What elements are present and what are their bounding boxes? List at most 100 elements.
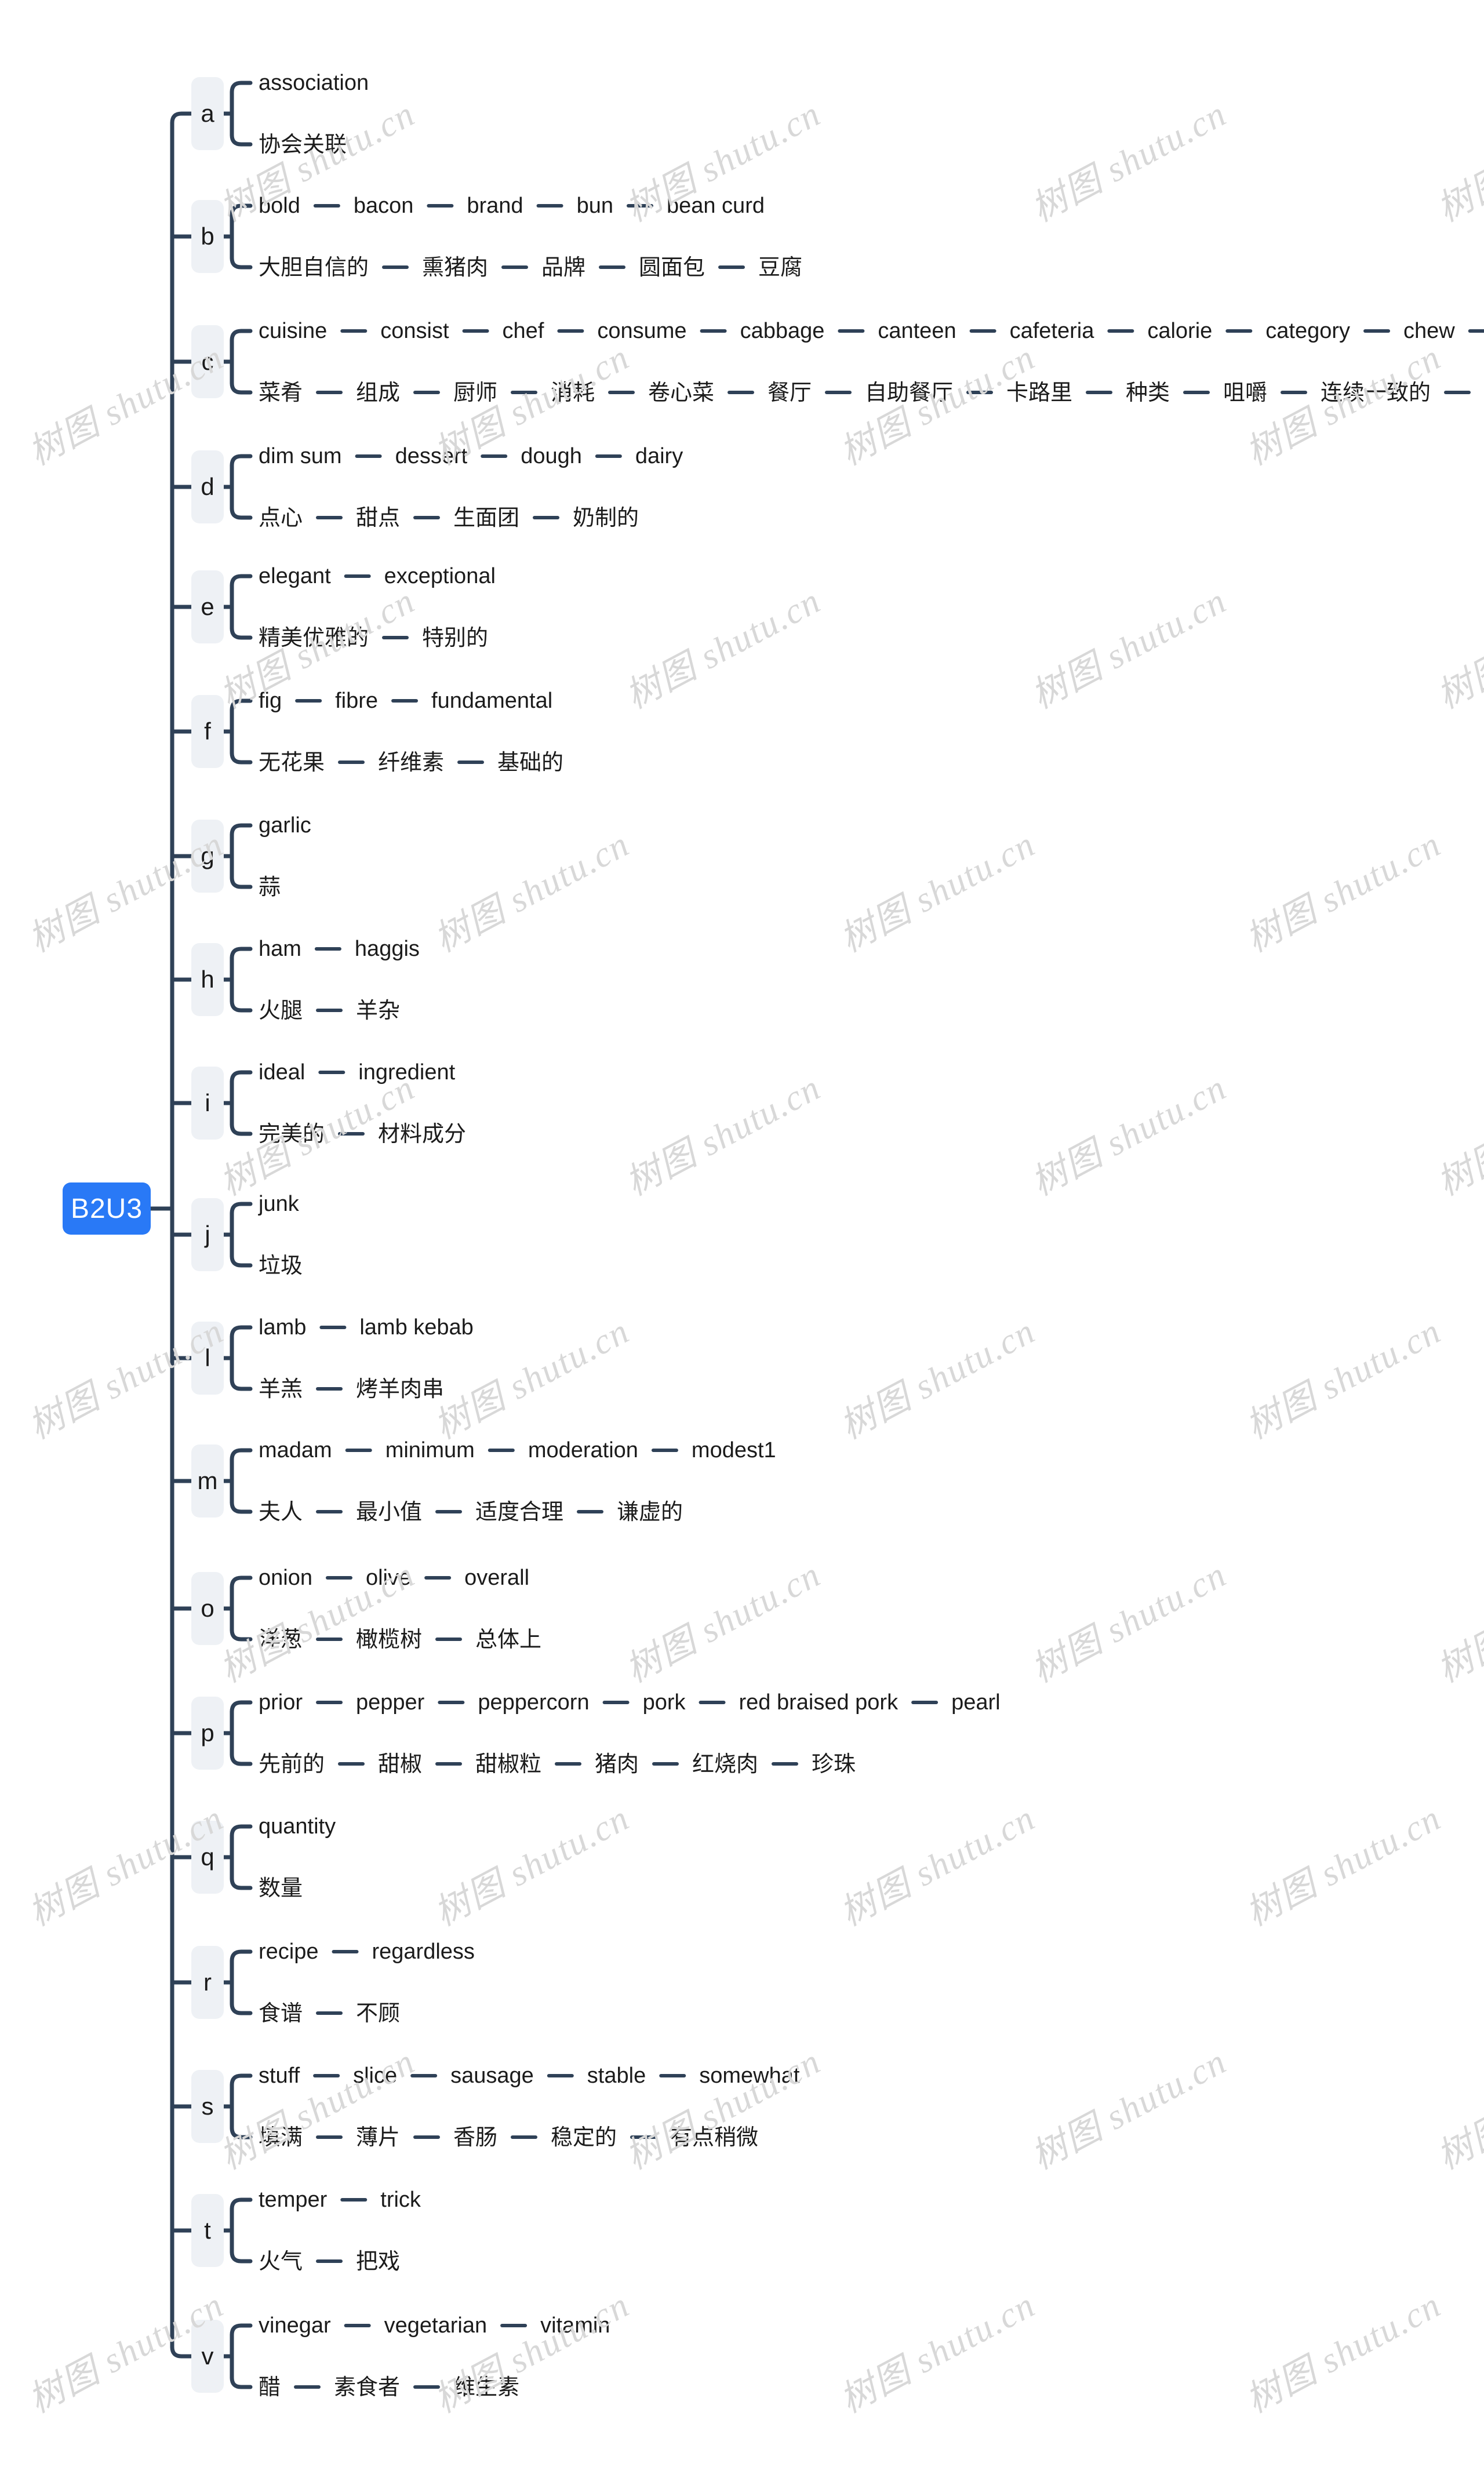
leaf-cn-c-7[interactable]: 卡路里 (1006, 381, 1072, 403)
leaf-en-o-0[interactable]: onion (259, 1567, 312, 1589)
leaf-en-p-0[interactable]: prior (259, 1691, 303, 1713)
leaf-en-d-3[interactable]: dairy (635, 445, 683, 467)
leaf-cn-p-1[interactable]: 甜椒 (378, 1753, 422, 1775)
leaf-cn-b-1[interactable]: 熏猪肉 (422, 256, 488, 278)
leaf-cn-v-1[interactable]: 素食者 (334, 2376, 400, 2398)
leaf-en-f-2[interactable]: fundamental (431, 690, 552, 712)
leaf-cn-m-1[interactable]: 最小值 (356, 1501, 422, 1523)
leaf-en-s-2[interactable]: sausage (450, 2065, 534, 2087)
leaf-cn-s-4[interactable]: 有点稍微 (670, 2126, 758, 2148)
leaf-cn-r-1[interactable]: 不顾 (356, 2002, 400, 2024)
leaf-cn-c-9[interactable]: 咀嚼 (1223, 381, 1267, 403)
leaf-cn-d-3[interactable]: 奶制的 (573, 507, 639, 529)
leaf-cn-i-1[interactable]: 材料成分 (378, 1123, 466, 1145)
leaf-en-j-0[interactable]: junk (259, 1193, 299, 1215)
leaf-cn-q-0[interactable]: 数量 (259, 1877, 303, 1899)
leaf-en-m-3[interactable]: modest1 (692, 1439, 776, 1461)
leaf-en-d-0[interactable]: dim sum (259, 445, 342, 467)
leaf-en-s-0[interactable]: stuff (259, 2065, 300, 2087)
leaf-en-c-0[interactable]: cuisine (259, 320, 327, 342)
leaf-cn-s-0[interactable]: 填满 (259, 2126, 303, 2148)
leaf-en-e-1[interactable]: exceptional (384, 565, 496, 587)
leaf-en-s-4[interactable]: somewhat (699, 2065, 799, 2087)
leaf-cn-f-2[interactable]: 基础的 (497, 751, 563, 773)
leaf-en-m-0[interactable]: madam (259, 1439, 332, 1461)
leaf-en-p-4[interactable]: red braised pork (739, 1691, 899, 1713)
leaf-cn-m-3[interactable]: 谦虚的 (617, 1501, 683, 1523)
leaf-cn-c-0[interactable]: 菜肴 (259, 381, 303, 403)
leaf-en-v-2[interactable]: vitamin (540, 2315, 610, 2337)
leaf-cn-c-3[interactable]: 消耗 (551, 381, 595, 403)
leaf-cn-s-1[interactable]: 薄片 (356, 2126, 400, 2148)
branch-node-v[interactable]: v (191, 2320, 224, 2393)
leaf-en-b-3[interactable]: bun (577, 195, 613, 217)
leaf-cn-m-2[interactable]: 适度合理 (475, 1501, 563, 1523)
leaf-en-c-6[interactable]: cafeteria (1010, 320, 1094, 342)
leaf-en-c-2[interactable]: chef (503, 320, 544, 342)
leaf-cn-e-0[interactable]: 精美优雅的 (259, 627, 369, 649)
leaf-en-r-1[interactable]: regardless (372, 1941, 474, 1963)
leaf-cn-o-0[interactable]: 洋葱 (259, 1628, 303, 1650)
leaf-en-o-2[interactable]: overall (464, 1567, 529, 1589)
branch-node-j[interactable]: j (191, 1198, 224, 1271)
leaf-cn-m-0[interactable]: 夫人 (259, 1501, 303, 1523)
leaf-cn-t-0[interactable]: 火气 (259, 2250, 303, 2272)
leaf-en-b-2[interactable]: brand (467, 195, 523, 217)
branch-node-d[interactable]: d (191, 450, 224, 523)
leaf-cn-c-5[interactable]: 餐厅 (768, 381, 812, 403)
leaf-cn-f-0[interactable]: 无花果 (259, 751, 325, 773)
leaf-en-f-0[interactable]: fig (259, 690, 282, 712)
leaf-cn-a-0[interactable]: 协会关联 (259, 133, 347, 155)
leaf-en-t-0[interactable]: temper (259, 2189, 327, 2211)
leaf-en-s-3[interactable]: stable (587, 2065, 646, 2087)
leaf-cn-v-2[interactable]: 维生素 (453, 2376, 519, 2398)
leaf-en-c-4[interactable]: cabbage (740, 320, 825, 342)
branch-node-m[interactable]: m (191, 1444, 224, 1518)
branch-node-b[interactable]: b (191, 200, 224, 273)
leaf-en-v-1[interactable]: vegetarian (384, 2315, 487, 2337)
leaf-cn-h-1[interactable]: 羊杂 (356, 999, 400, 1021)
branch-node-r[interactable]: r (191, 1946, 224, 2019)
leaf-en-p-2[interactable]: peppercorn (478, 1691, 589, 1713)
leaf-en-c-9[interactable]: chew (1403, 320, 1455, 342)
leaf-cn-e-1[interactable]: 特别的 (422, 627, 488, 649)
leaf-cn-p-3[interactable]: 猪肉 (595, 1753, 639, 1775)
leaf-en-c-8[interactable]: category (1265, 320, 1350, 342)
leaf-en-i-0[interactable]: ideal (259, 1061, 305, 1083)
leaf-cn-b-4[interactable]: 豆腐 (758, 256, 802, 278)
leaf-en-g-0[interactable]: garlic (259, 814, 311, 836)
leaf-cn-b-0[interactable]: 大胆自信的 (259, 256, 369, 278)
leaf-en-o-1[interactable]: olive (366, 1567, 411, 1589)
leaf-cn-d-2[interactable]: 生面团 (453, 507, 519, 529)
leaf-cn-p-0[interactable]: 先前的 (259, 1753, 325, 1775)
leaf-en-d-2[interactable]: dough (521, 445, 582, 467)
leaf-cn-b-2[interactable]: 品牌 (541, 256, 585, 278)
leaf-en-p-3[interactable]: pork (643, 1691, 686, 1713)
leaf-cn-o-2[interactable]: 总体上 (475, 1628, 541, 1650)
root-node[interactable]: B2U3 (63, 1182, 151, 1235)
leaf-en-c-1[interactable]: consist (380, 320, 449, 342)
leaf-en-h-1[interactable]: haggis (355, 938, 420, 960)
leaf-cn-p-4[interactable]: 红烧肉 (692, 1753, 758, 1775)
leaf-cn-r-0[interactable]: 食谱 (259, 2002, 303, 2024)
leaf-en-b-1[interactable]: bacon (354, 195, 414, 217)
branch-node-c[interactable]: c (191, 325, 224, 398)
leaf-en-l-0[interactable]: lamb (259, 1316, 306, 1338)
leaf-en-f-1[interactable]: fibre (335, 690, 378, 712)
branch-node-p[interactable]: p (191, 1697, 224, 1770)
leaf-en-b-4[interactable]: bean curd (667, 195, 765, 217)
leaf-en-b-0[interactable]: bold (259, 195, 300, 217)
leaf-en-i-1[interactable]: ingredient (358, 1061, 455, 1083)
leaf-en-s-1[interactable]: slice (353, 2065, 397, 2087)
leaf-cn-c-1[interactable]: 组成 (356, 381, 400, 403)
branch-node-o[interactable]: o (191, 1572, 224, 1645)
leaf-cn-b-3[interactable]: 圆面包 (639, 256, 705, 278)
branch-node-q[interactable]: q (191, 1821, 224, 1894)
leaf-cn-t-1[interactable]: 把戏 (356, 2250, 400, 2272)
branch-node-a[interactable]: a (191, 77, 224, 150)
leaf-en-r-0[interactable]: recipe (259, 1941, 319, 1963)
leaf-cn-p-5[interactable]: 珍珠 (812, 1753, 856, 1775)
leaf-cn-j-0[interactable]: 垃圾 (259, 1254, 303, 1276)
leaf-en-t-1[interactable]: trick (380, 2189, 421, 2211)
leaf-cn-d-0[interactable]: 点心 (259, 507, 303, 529)
